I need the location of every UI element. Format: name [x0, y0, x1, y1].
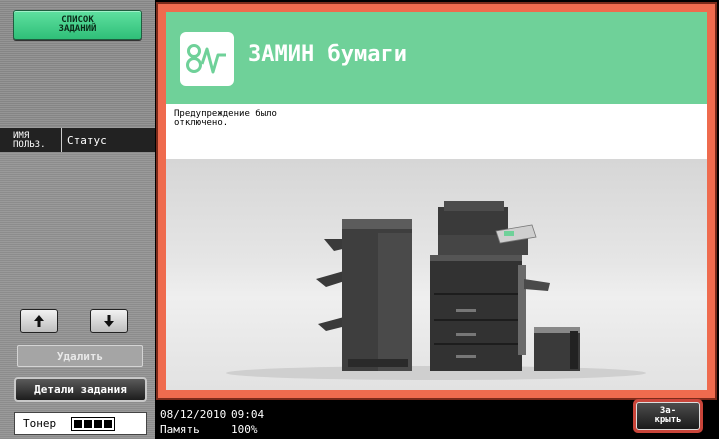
mfp-machine-image — [226, 201, 646, 380]
alert-title-bar: ЗАМИН бумаги — [166, 12, 707, 104]
toner-label: Тонер — [23, 417, 57, 430]
paper-misfeed-icon — [180, 32, 234, 86]
arrow-up-icon — [34, 315, 44, 327]
toner-segment — [74, 419, 82, 428]
alert-message: Предупреждение было отключено. — [174, 109, 277, 128]
alert-panel-frame: ЗАМИН бумаги Предупреждение было отключе… — [156, 2, 717, 400]
job-details-button[interactable]: Детали задания — [14, 377, 147, 402]
arrow-down-icon — [104, 315, 114, 327]
status-date: 08/12/2010 — [160, 408, 227, 421]
alert-panel: ЗАМИН бумаги Предупреждение было отключе… — [166, 12, 707, 390]
status-bar: 08/12/2010 09:04 Память 100% За- крыть — [155, 399, 719, 439]
scroll-down-button[interactable] — [90, 309, 128, 333]
toner-level-bars — [71, 416, 115, 431]
toner-segment — [94, 419, 102, 428]
machine-illustration — [166, 159, 707, 390]
memory-label: Память — [160, 423, 200, 436]
job-list — [12, 154, 142, 294]
toner-indicator: Тонер — [14, 412, 147, 435]
column-status: Статус — [62, 128, 155, 152]
job-sidebar: СПИСОК ЗАДАНИЙ ИМЯ ПОЛЬЗ. Статус Удалить… — [0, 0, 155, 439]
close-button[interactable]: За- крыть — [633, 399, 703, 433]
scroll-up-button[interactable] — [20, 309, 58, 333]
job-list-button[interactable]: СПИСОК ЗАДАНИЙ — [13, 10, 142, 40]
job-list-header: ИМЯ ПОЛЬЗ. Статус — [0, 128, 155, 152]
memory-value: 100% — [231, 423, 258, 436]
delete-button[interactable]: Удалить — [17, 345, 143, 367]
close-button-label[interactable]: За- крыть — [636, 402, 700, 430]
toner-segment — [104, 419, 112, 428]
alert-title: ЗАМИН бумаги — [248, 42, 407, 67]
toner-segment — [84, 419, 92, 428]
column-user-name: ИМЯ ПОЛЬЗ. — [0, 128, 62, 152]
status-time: 09:04 — [231, 408, 265, 421]
